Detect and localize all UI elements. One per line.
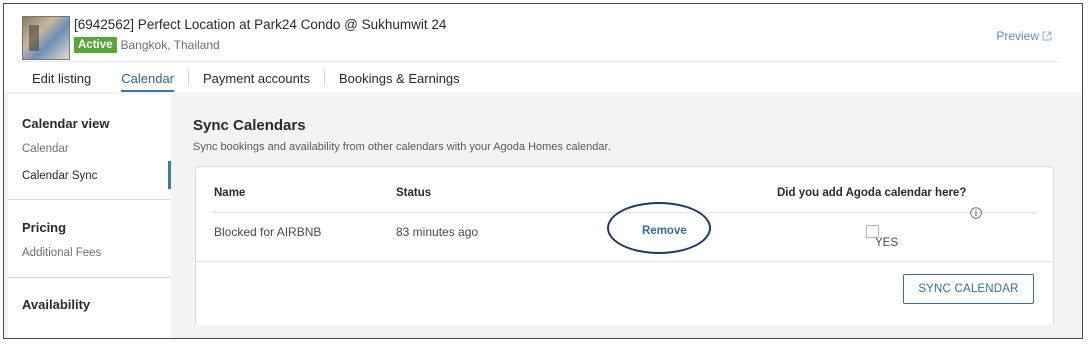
- sidebar-item-additional-fees[interactable]: Additional Fees: [8, 247, 171, 259]
- table-row: Blocked for AIRBNB 83 minutes ago Remove…: [212, 202, 1037, 261]
- sync-calendar-button[interactable]: SYNC CALENDAR: [903, 274, 1034, 304]
- column-header-name: Name: [214, 187, 246, 199]
- listing-thumbnail[interactable]: [22, 16, 70, 60]
- status-badge: Active: [74, 37, 117, 53]
- checkbox-label: YES: [875, 237, 899, 249]
- listing-title: [6942562] Perfect Location at Park24 Con…: [74, 17, 447, 32]
- tab-calendar[interactable]: Calendar: [121, 71, 175, 92]
- card-divider: [196, 261, 1053, 262]
- page-title: Sync Calendars: [193, 117, 306, 134]
- app-window: [6942562] Perfect Location at Park24 Con…: [3, 3, 1083, 339]
- calendar-added-checkbox[interactable]: YES: [866, 225, 898, 249]
- content-area: Calendar view Calendar Calendar Sync Pri…: [4, 92, 1082, 338]
- page-description: Sync bookings and availability from othe…: [193, 141, 611, 153]
- column-header-status: Status: [396, 187, 432, 199]
- listing-location: Bangkok, Thailand: [120, 38, 220, 52]
- sidebar: Calendar view Calendar Calendar Sync Pri…: [8, 94, 171, 338]
- sidebar-heading-calendar-view: Calendar view: [22, 116, 110, 131]
- external-link-icon: [1042, 31, 1052, 41]
- remove-button[interactable]: Remove: [642, 225, 687, 237]
- listing-tabs: Edit listing Calendar Payment accounts B…: [18, 61, 1058, 92]
- sidebar-item-calendar[interactable]: Calendar: [8, 143, 171, 155]
- sidebar-heading-pricing: Pricing: [22, 220, 67, 235]
- sidebar-section-pricing: Pricing Additional Fees: [8, 200, 171, 259]
- sync-calendars-card: Name Status Did you add Agoda calendar h…: [195, 166, 1054, 325]
- sidebar-section-availability: Availability: [8, 278, 171, 312]
- table-header: Name Status Did you add Agoda calendar h…: [212, 167, 1037, 219]
- tab-edit-listing[interactable]: Edit listing: [32, 71, 91, 92]
- sidebar-section-calendar-view: Calendar view Calendar Calendar Sync: [8, 94, 171, 189]
- tab-divider: [323, 69, 325, 86]
- listing-header: [6942562] Perfect Location at Park24 Con…: [18, 12, 1068, 64]
- row-calendar-name: Blocked for AIRBNB: [214, 225, 322, 239]
- preview-link[interactable]: Preview: [996, 29, 1052, 43]
- sidebar-heading-availability: Availability: [22, 297, 91, 312]
- listing-status-row: Active Bangkok, Thailand: [74, 37, 220, 53]
- sidebar-item-calendar-sync[interactable]: Calendar Sync: [8, 161, 171, 189]
- column-header-added-label: Did you add Agoda calendar here?: [777, 187, 967, 199]
- tab-divider: [188, 69, 190, 86]
- tab-bookings-earnings[interactable]: Bookings & Earnings: [339, 71, 460, 92]
- column-header-added: Did you add Agoda calendar here?: [777, 187, 983, 219]
- preview-label: Preview: [996, 29, 1039, 43]
- tab-payment-accounts[interactable]: Payment accounts: [203, 71, 310, 92]
- row-sync-status: 83 minutes ago: [396, 225, 479, 239]
- main-panel: Sync Calendars Sync bookings and availab…: [193, 92, 1054, 338]
